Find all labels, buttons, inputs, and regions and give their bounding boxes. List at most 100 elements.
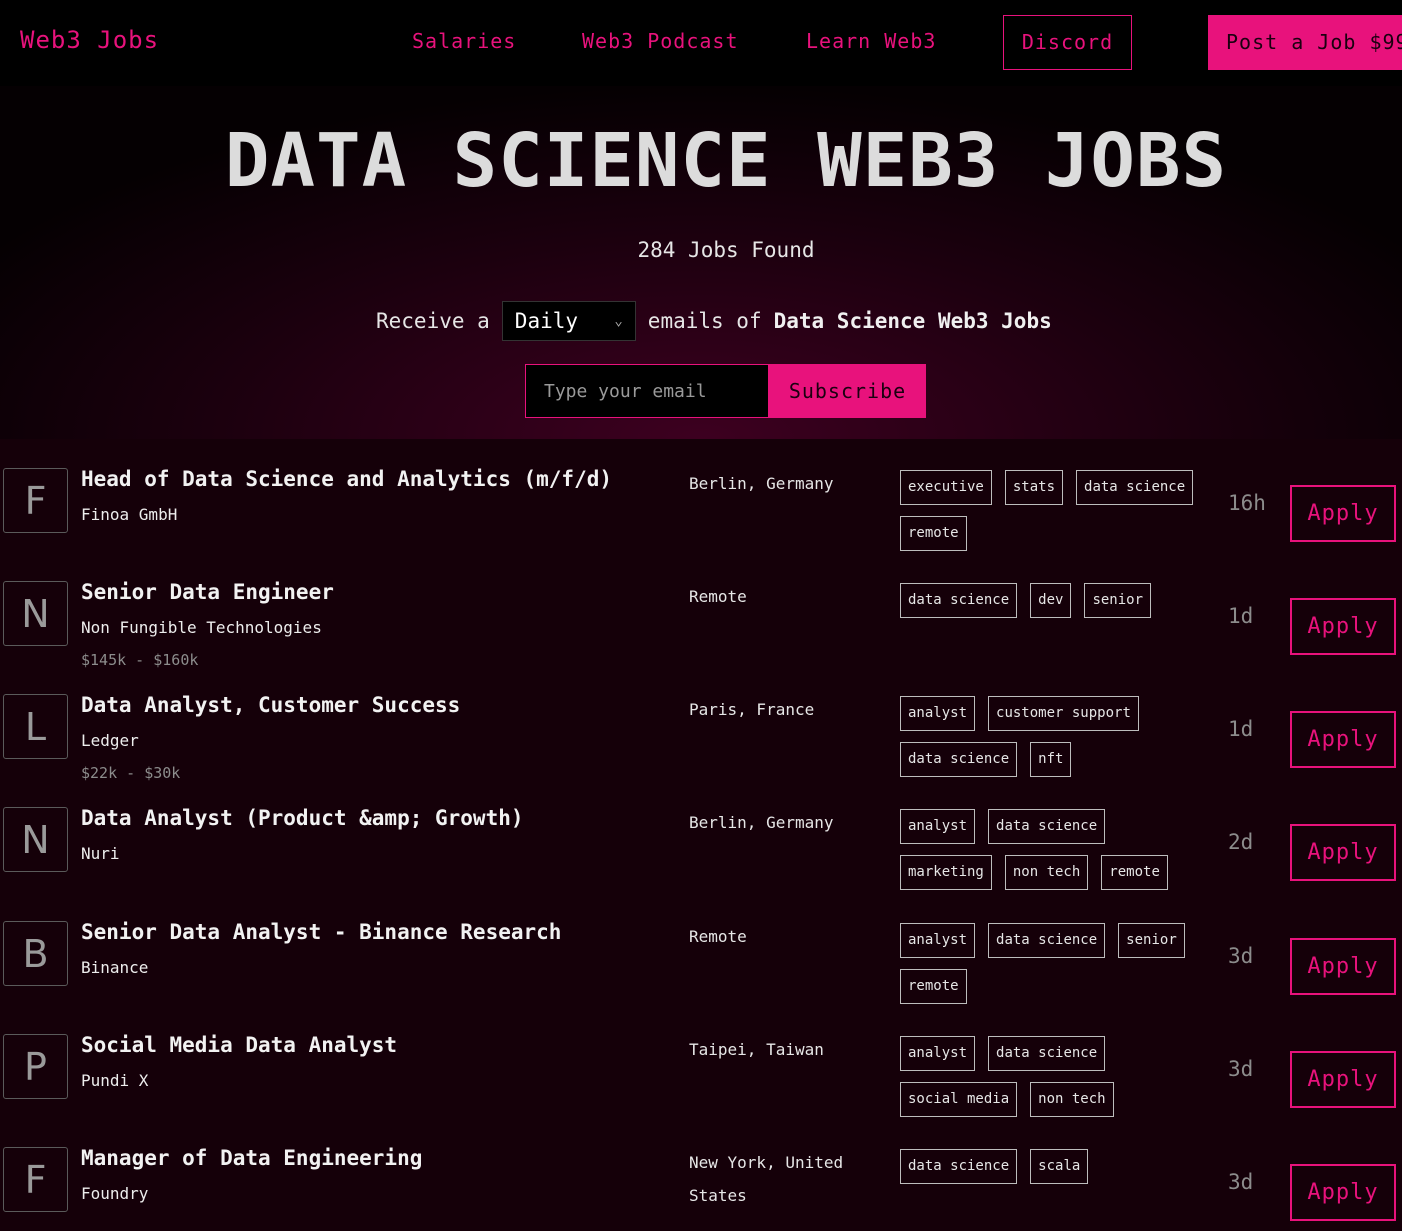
job-location: Berlin, Germany (689, 474, 834, 493)
posted-age: 2d (1228, 830, 1254, 854)
page-title: DATA SCIENCE WEB3 JOBS (224, 118, 1228, 204)
job-tags: data science dev senior (900, 583, 1210, 618)
company-name: Non Fungible Technologies (81, 618, 322, 637)
posted-age: 16h (1228, 491, 1266, 515)
job-title[interactable]: Manager of Data Engineering (81, 1146, 422, 1170)
tag[interactable]: data science (988, 1036, 1106, 1071)
email-frequency-row: Receive a Daily ⌄ emails of Data Science… (376, 300, 1052, 342)
company-name: Nuri (81, 844, 120, 863)
tag[interactable]: analyst (900, 923, 976, 958)
company-avatar: L (3, 694, 68, 759)
top-navigation-bar: Web3 Jobs Salaries Web3 Podcast Learn We… (0, 0, 1402, 86)
tag[interactable]: remote (900, 516, 967, 551)
job-row[interactable]: F Head of Data Science and Analytics (m/f… (0, 439, 1402, 552)
tag[interactable]: social media (900, 1082, 1018, 1117)
posted-age: 3d (1228, 1170, 1254, 1194)
tag[interactable]: non tech (1004, 855, 1089, 890)
tag[interactable]: remote (1101, 855, 1168, 890)
company-name: Finoa GmbH (81, 505, 178, 524)
job-location: New York, United States (689, 1153, 844, 1205)
company-name: Ledger (81, 731, 139, 750)
job-row[interactable]: L Data Analyst, Customer Success Ledger $22… (0, 665, 1402, 782)
site-logo[interactable]: Web3 Jobs (20, 26, 159, 54)
job-location: Taipei, Taiwan (689, 1040, 824, 1059)
posted-age: 3d (1228, 944, 1254, 968)
tag[interactable]: non tech (1030, 1082, 1114, 1117)
job-location: Remote (689, 927, 747, 946)
tag[interactable]: senior (1084, 583, 1152, 618)
company-name: Pundi X (81, 1071, 149, 1090)
tag[interactable]: scala (1030, 1149, 1089, 1184)
job-title[interactable]: Head of Data Science and Analytics (m/f/… (81, 467, 612, 491)
tag[interactable]: analyst (900, 1036, 976, 1071)
jobs-count: 284 Jobs Found (637, 238, 815, 262)
job-location: Remote (689, 587, 747, 606)
frequency-value: Daily (514, 309, 579, 333)
company-avatar: F (3, 468, 68, 533)
subscribe-button[interactable]: Subscribe (769, 364, 926, 418)
apply-button[interactable]: Apply (1290, 1051, 1396, 1108)
tag[interactable]: data science (900, 583, 1018, 618)
company-name: Binance (81, 958, 149, 977)
job-tags: analyst customer support data science nft (900, 696, 1210, 777)
post-job-button[interactable]: Post a Job $99 (1208, 15, 1402, 70)
job-title[interactable]: Data Analyst (Product &amp; Growth) (81, 806, 524, 830)
frequency-select[interactable]: Daily ⌄ (501, 301, 636, 341)
tag[interactable]: data science (988, 809, 1106, 844)
apply-button[interactable]: Apply (1290, 824, 1396, 881)
posted-age: 3d (1228, 1057, 1254, 1081)
nav-link-podcast[interactable]: Web3 Podcast (582, 29, 739, 53)
tag[interactable]: stats (1004, 470, 1064, 505)
receive-prefix: Receive a (376, 309, 490, 333)
job-title[interactable]: Data Analyst, Customer Success (81, 693, 460, 717)
nav-link-salaries[interactable]: Salaries (412, 29, 516, 53)
tag[interactable]: data science (900, 742, 1018, 777)
job-row[interactable]: P Social Media Data Analyst Pundi X Taipei,… (0, 1005, 1402, 1118)
apply-button[interactable]: Apply (1290, 711, 1396, 768)
job-title[interactable]: Senior Data Engineer (81, 580, 334, 604)
posted-age: 1d (1228, 717, 1254, 741)
tag[interactable]: dev (1030, 583, 1072, 618)
subscribe-form: Subscribe (525, 364, 926, 418)
nav-link-learn[interactable]: Learn Web3 (806, 29, 936, 53)
discord-button[interactable]: Discord (1003, 15, 1132, 70)
job-location: Paris, France (689, 700, 815, 719)
company-avatar: N (3, 807, 68, 872)
tag[interactable]: customer support (988, 696, 1139, 731)
company-avatar: P (3, 1034, 68, 1099)
job-row[interactable]: N Data Analyst (Product &amp; Growth) Nuri… (0, 778, 1402, 891)
tag[interactable]: data science (900, 1149, 1018, 1184)
tag[interactable]: nft (1030, 742, 1072, 777)
posted-age: 1d (1228, 604, 1254, 628)
job-tags: analyst data science social media non tech (900, 1036, 1210, 1117)
email-input[interactable] (525, 364, 769, 418)
job-tags: analyst data science senior remote (900, 923, 1210, 1004)
apply-button[interactable]: Apply (1290, 598, 1396, 655)
tag[interactable]: analyst (900, 696, 976, 731)
tag[interactable]: marketing (900, 855, 992, 890)
company-avatar: B (3, 921, 68, 986)
chevron-down-icon: ⌄ (614, 313, 623, 329)
job-tags: executive stats data science remote (900, 470, 1210, 551)
job-tags: data science scala (900, 1149, 1210, 1184)
company-avatar: F (3, 1147, 68, 1212)
job-title[interactable]: Senior Data Analyst - Binance Research (81, 920, 561, 944)
tag[interactable]: analyst (900, 809, 976, 844)
job-title[interactable]: Social Media Data Analyst (81, 1033, 397, 1057)
company-name: Foundry (81, 1184, 149, 1203)
tag[interactable]: remote (900, 969, 967, 1004)
receive-topic: Data Science Web3 Jobs (773, 309, 1052, 333)
job-row[interactable]: B Senior Data Analyst - Binance Research B… (0, 892, 1402, 1005)
tag[interactable]: executive (900, 470, 992, 505)
apply-button[interactable]: Apply (1290, 485, 1396, 542)
apply-button[interactable]: Apply (1290, 1164, 1396, 1221)
tag[interactable]: data science (988, 923, 1106, 958)
apply-button[interactable]: Apply (1290, 938, 1396, 995)
tag[interactable]: senior (1118, 923, 1185, 958)
job-location: Berlin, Germany (689, 813, 834, 832)
job-row[interactable]: F Manager of Data Engineering Foundry New Y… (0, 1118, 1402, 1231)
receive-middle: emails of (647, 309, 762, 333)
tag[interactable]: data science (1076, 470, 1194, 505)
job-row[interactable]: N Senior Data Engineer Non Fungible Techno… (0, 552, 1402, 669)
job-tags: analyst data science marketing non tech remo… (900, 809, 1210, 890)
